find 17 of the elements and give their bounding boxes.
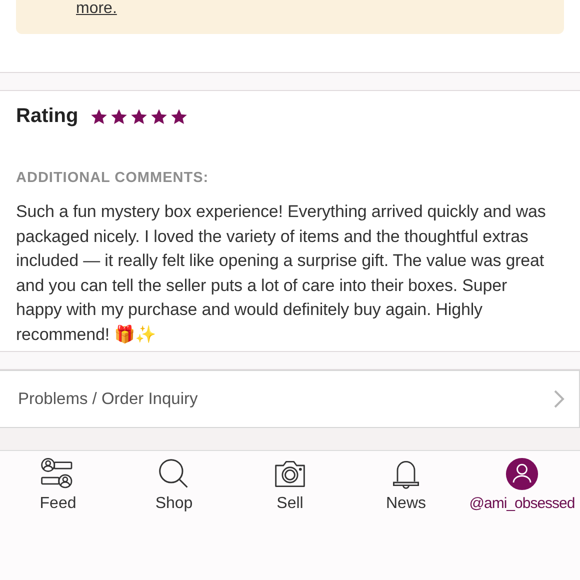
star-icon [150, 108, 168, 126]
order-inquiry-row[interactable]: Problems / Order Inquiry [0, 370, 580, 428]
rating-label: Rating [16, 105, 78, 128]
tab-bar-item[interactable]: Feed [0, 457, 116, 580]
read-more-link[interactable]: more. [76, 0, 117, 18]
star-icon [110, 108, 128, 126]
star-icon [170, 108, 188, 126]
tab-bar-item[interactable]: News [348, 457, 464, 580]
avatar-icon [504, 457, 540, 491]
tab-bar-item[interactable]: Shop [116, 457, 232, 580]
tab-bar-item[interactable]: @ami_obsessed [464, 457, 580, 580]
star-icon [90, 108, 108, 126]
comment-text: Such a fun mystery box experience! Everything arrived quickly and was packaged nicely. I loved the variety of items and the thoughtful extras included — it really felt like opening a surprise gift. The value was great and you can tell the seller puts a lot of care into their boxes. Super happy with my purchase and would definitely buy again. Highly recommend! 🎁✨ [16, 201, 547, 346]
star-icon [130, 108, 148, 126]
comments-heading: ADDITIONAL COMMENTS: [16, 170, 210, 186]
chevron-right-icon [553, 389, 565, 409]
tab-bar-item[interactable]: Sell [232, 457, 348, 580]
